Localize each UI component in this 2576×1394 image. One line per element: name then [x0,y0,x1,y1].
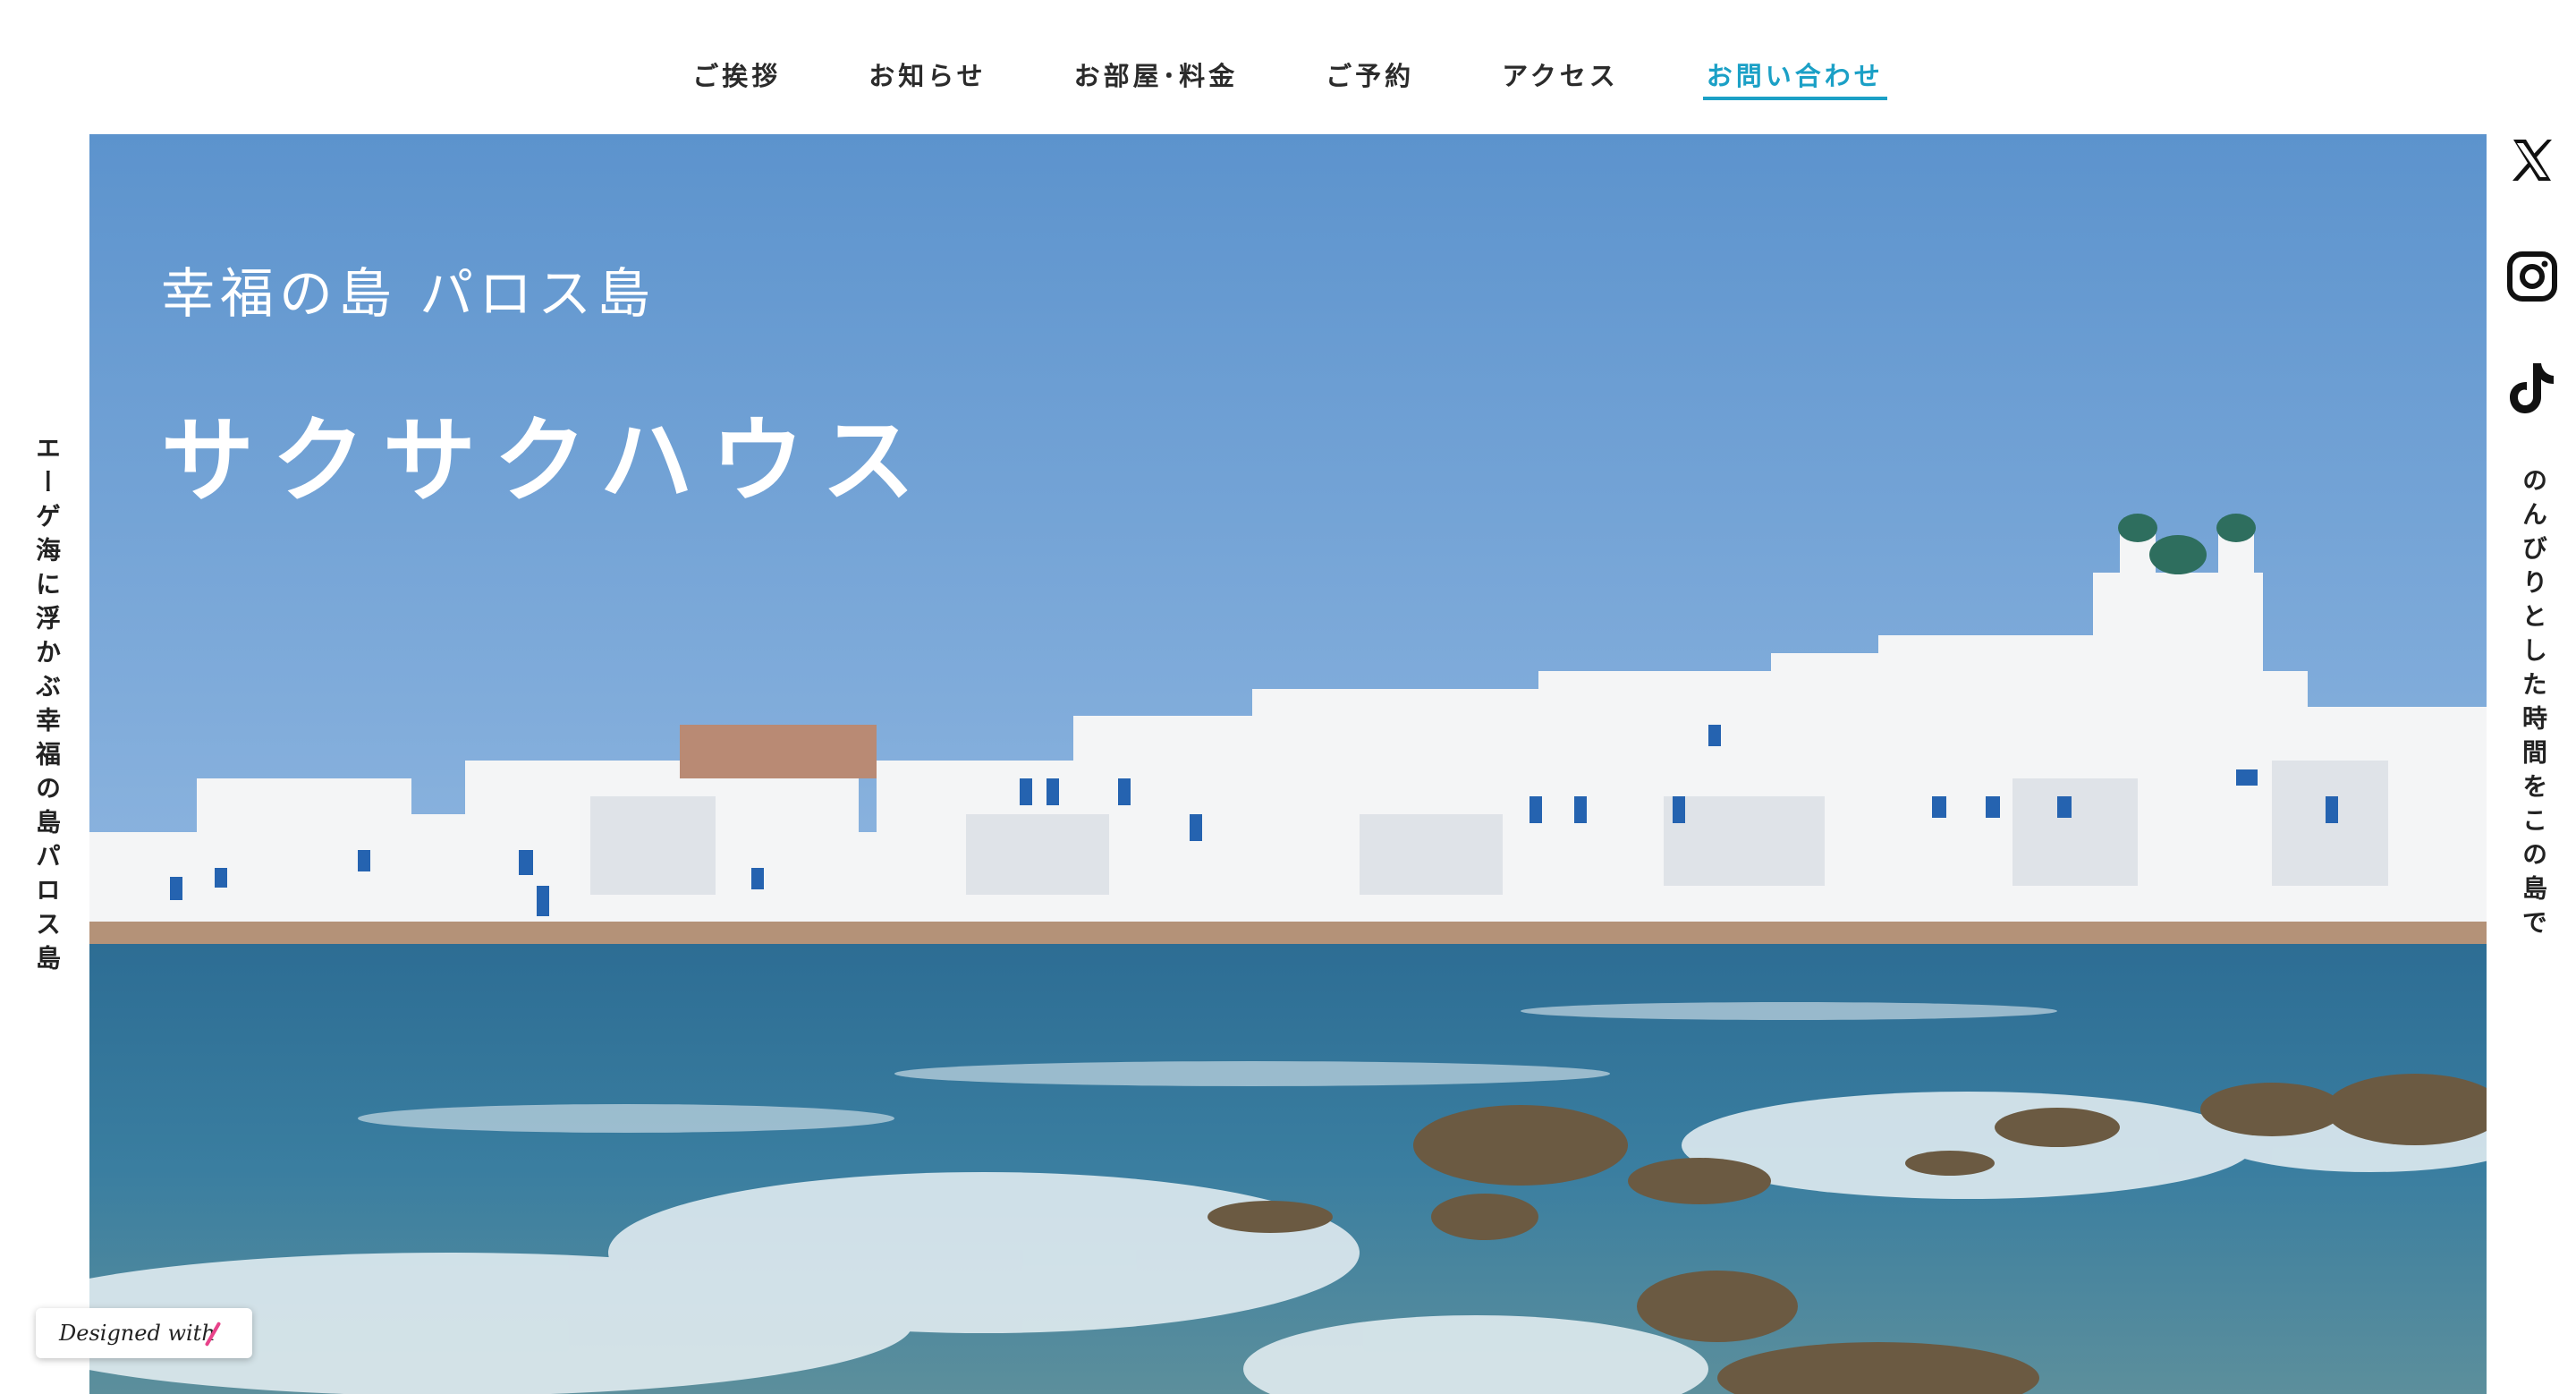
badge-label: Designed with [59,1321,216,1346]
side-tagline-right: のんびりとした時間をこの島で [2519,467,2548,943]
nav-rooms-prices[interactable]: お部屋･料金 [1074,36,1239,97]
top-nav: ご挨拶 お知らせ お部屋･料金 ご予約 アクセス お問い合わせ [0,36,2576,107]
instagram-icon[interactable] [2506,251,2558,302]
hero-image: 幸福の島 パロス島 サクサクハウス [89,134,2487,1394]
nav-news[interactable]: お知らせ [869,36,986,97]
nav-contact[interactable]: お問い合わせ [1702,36,1887,100]
hero-title: サクサクハウス [161,406,933,515]
hero-subtitle: 幸福の島 パロス島 [161,263,657,326]
designed-with-badge[interactable]: Designed with [36,1308,252,1358]
nav-access[interactable]: アクセス [1502,36,1619,97]
nav-reservation[interactable]: ご予約 [1326,36,1414,97]
side-tagline-left: エーゲ海に浮かぶ幸福の島パロス島 [32,435,62,979]
tiktok-icon[interactable] [2506,362,2558,414]
x-icon[interactable] [2506,134,2558,186]
nav-greeting[interactable]: ご挨拶 [692,36,781,97]
